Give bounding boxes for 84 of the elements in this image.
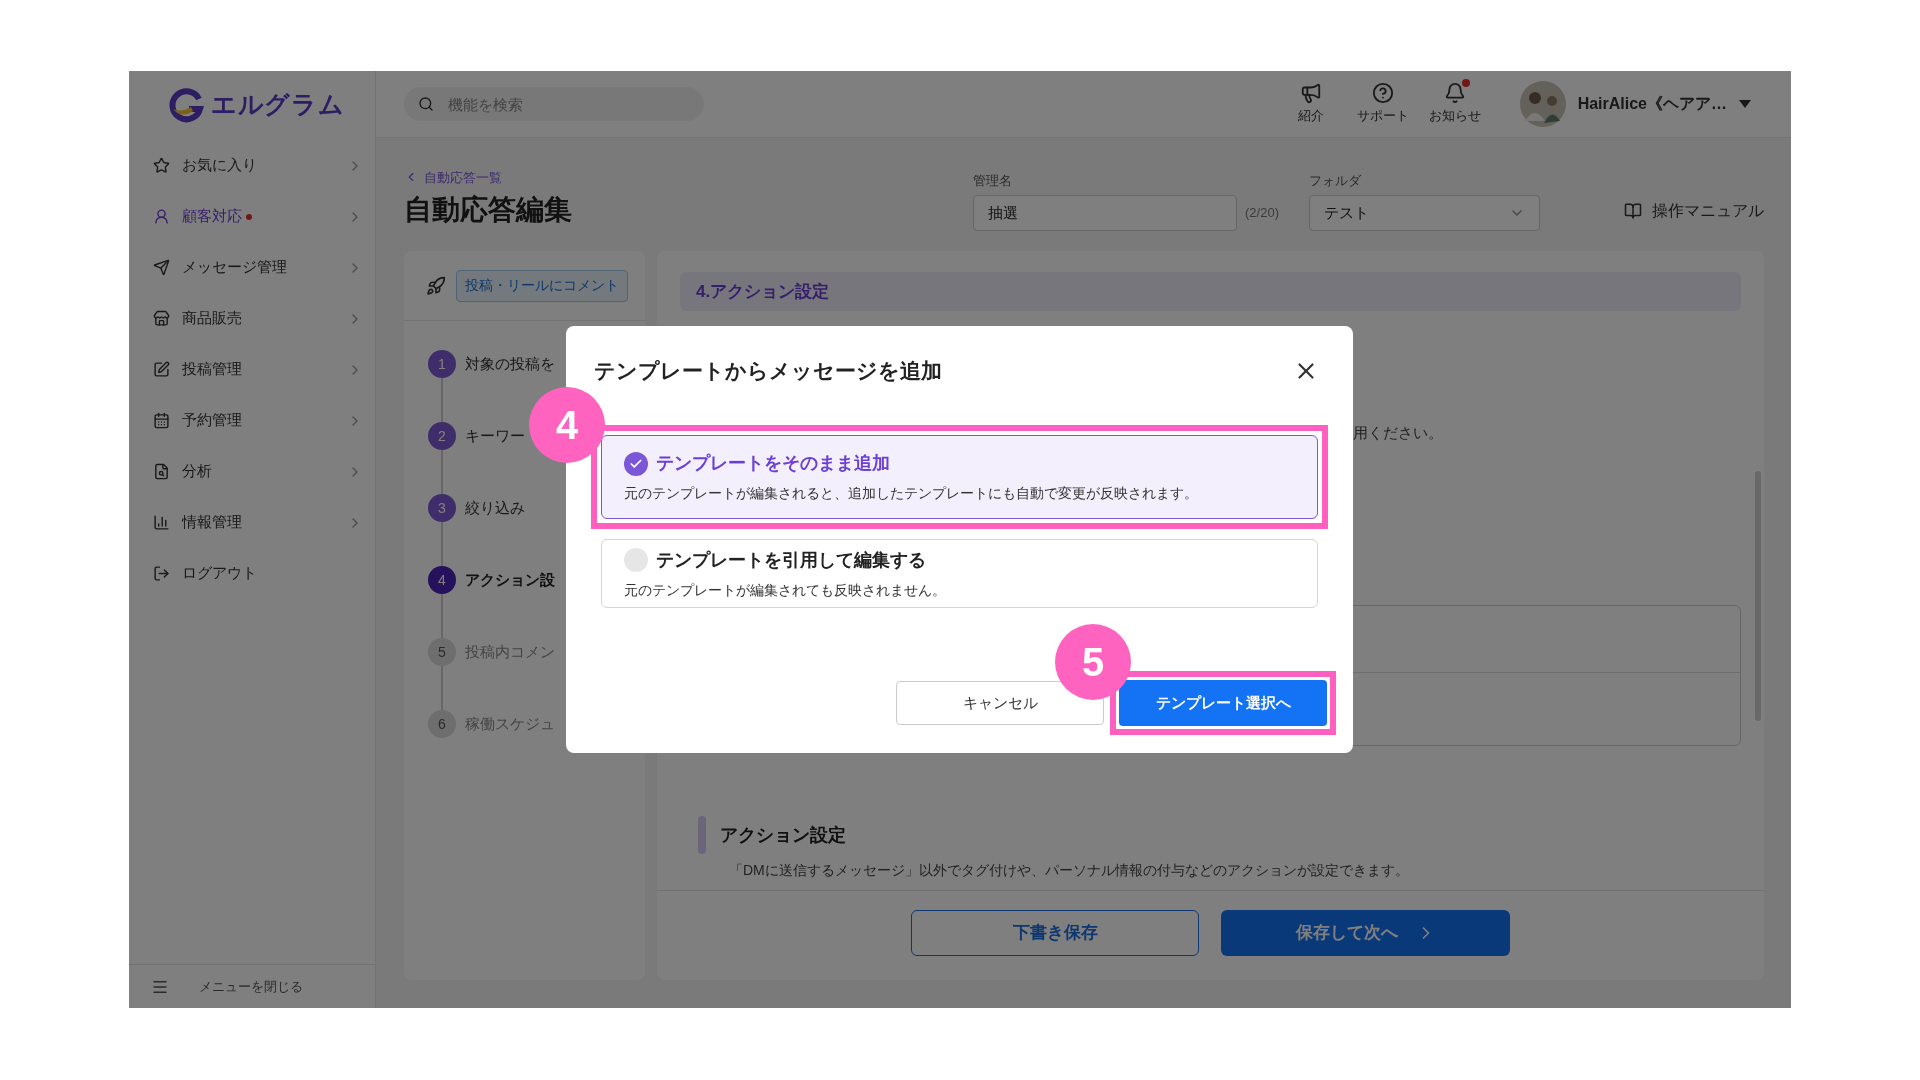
close-menu-link[interactable]: メニューを閉じる <box>199 976 303 997</box>
rocket-icon <box>426 275 446 296</box>
modal-title: テンプレートからメッセージを追加 <box>594 357 942 384</box>
manual-link[interactable]: 操作マニュアル <box>1624 199 1764 223</box>
report-icon <box>153 463 170 480</box>
radio-unchecked-icon <box>624 548 648 572</box>
section-accent <box>698 816 706 854</box>
avatar[interactable] <box>1519 81 1566 127</box>
bell-icon <box>1443 82 1466 105</box>
sidebar-label: メッセージ管理 <box>182 257 287 278</box>
edit-icon <box>153 361 170 378</box>
search-icon <box>418 96 434 112</box>
logout-icon <box>153 565 170 582</box>
step-label[interactable]: 対象の投稿を <box>465 352 555 376</box>
bar-chart-icon <box>153 514 170 531</box>
trigger-tag: 投稿・リールにコメント <box>456 269 628 302</box>
step-number: 5 <box>428 638 456 666</box>
step-number: 1 <box>428 350 456 378</box>
option-title: テンプレートを引用して編集する <box>656 548 926 572</box>
folder-select[interactable]: テスト <box>1309 195 1540 231</box>
step-label[interactable]: キーワー <box>465 424 525 448</box>
user-icon <box>153 208 170 225</box>
sidebar-label: 情報管理 <box>182 512 242 533</box>
calendar-icon <box>153 412 170 429</box>
name-field[interactable]: 抽選 <box>973 195 1238 231</box>
character-counter: (2/20) <box>1245 203 1279 222</box>
sidebar-item[interactable]: お気に入り <box>129 140 375 191</box>
step-number: 3 <box>428 494 456 522</box>
book-icon <box>1624 202 1642 220</box>
sidebar-item[interactable]: 分析 <box>129 446 375 497</box>
field-label: フォルダ <box>1309 171 1362 190</box>
sidebar-label: 予約管理 <box>182 410 242 431</box>
section-header: 4.アクション設定 <box>680 272 1741 311</box>
action-label: 紹介 <box>1297 107 1324 126</box>
step-number: 6 <box>428 710 456 738</box>
action-label: お知らせ <box>1428 107 1481 126</box>
header-action[interactable]: サポート <box>1357 82 1408 126</box>
sidebar-label: お気に入り <box>182 155 257 176</box>
caret-icon[interactable] <box>1739 100 1751 108</box>
step-callout: 5 <box>1055 624 1131 700</box>
section-title: アクション設定 <box>720 823 846 847</box>
action-label: サポート <box>1356 107 1409 126</box>
sidebar-item[interactable]: 顧客対応 <box>129 191 375 242</box>
option-description: 元のテンプレートが編集されると、追加したテンプレートにも自動で変更が反映されます。 <box>624 484 1199 503</box>
sidebar-item[interactable]: 商品販売 <box>129 293 375 344</box>
option-card[interactable]: テンプレートをそのまま追加 元のテンプレートが編集されると、追加したテンプレートにも自動で変更が反映されます。 <box>601 435 1318 519</box>
help-icon <box>1371 82 1394 105</box>
option-card[interactable]: テンプレートを引用して編集する 元のテンプレートが編集されても反映されません。 <box>601 539 1318 608</box>
store-icon <box>153 310 170 327</box>
step-label[interactable]: 投稿内コメン <box>465 640 555 664</box>
user-name[interactable]: HairAlice《ヘアア… <box>1577 92 1727 116</box>
select-template-button[interactable]: テンプレート選択へ <box>1119 680 1327 726</box>
sidebar-item[interactable]: ログアウト <box>129 548 375 599</box>
step-label[interactable]: アクション設 <box>465 568 555 592</box>
logo-text: エルグラム <box>211 88 345 120</box>
sidebar-label: 分析 <box>182 461 212 482</box>
sidebar-item[interactable]: 予約管理 <box>129 395 375 446</box>
sidebar-label: 投稿管理 <box>182 359 242 380</box>
header-action[interactable]: 紹介 <box>1285 82 1336 126</box>
step-label[interactable]: 絞り込み <box>465 496 525 520</box>
option-title: テンプレートをそのまま追加 <box>656 452 890 475</box>
sidebar-label: ログアウト <box>182 563 257 584</box>
step-number: 4 <box>428 566 456 594</box>
sidebar-label: 顧客対応 <box>182 206 242 227</box>
sidebar-item[interactable]: メッセージ管理 <box>129 242 375 293</box>
star-icon <box>153 157 170 174</box>
cancel-button[interactable]: キャンセル <box>896 681 1104 725</box>
help-text: 用ください。 <box>1353 424 1443 441</box>
step-number: 2 <box>428 422 456 450</box>
sidebar-item[interactable]: 投稿管理 <box>129 344 375 395</box>
megaphone-icon <box>1299 82 1322 105</box>
section-description: 「DMに送信するメッセージ」以外でタグ付けや、パーソナル情報の付与などのアクションが設定できます。 <box>728 861 1410 880</box>
page-title: 自動応答編集 <box>404 193 572 227</box>
save-next-button[interactable]: 保存して次へ <box>1221 909 1510 956</box>
radio-checked-icon <box>624 451 648 476</box>
send-icon <box>153 259 170 276</box>
sidebar-item[interactable]: 情報管理 <box>129 497 375 548</box>
save-draft-button[interactable]: 下書き保存 <box>911 909 1199 956</box>
header-action[interactable]: お知らせ <box>1429 82 1480 126</box>
step-label[interactable]: 稼働スケジュ <box>465 712 555 736</box>
option-description: 元のテンプレートが編集されても反映されません。 <box>624 580 947 600</box>
field-label: 管理名 <box>973 171 1014 190</box>
sidebar-label: 商品販売 <box>182 308 242 329</box>
logo-icon <box>169 86 205 123</box>
